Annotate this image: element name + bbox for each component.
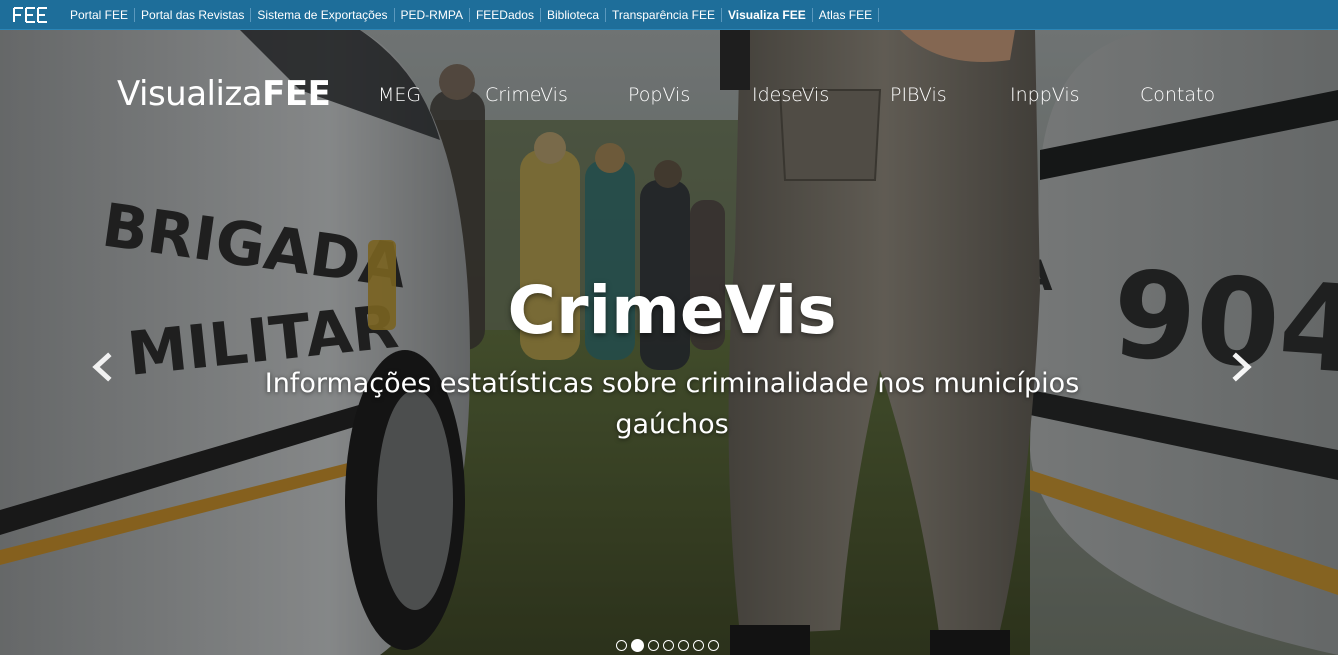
carousel-indicator-3[interactable] (648, 640, 659, 651)
topbar-link-ped-rmpa[interactable]: PED-RMPA (395, 7, 470, 22)
topbar-link-atlas-fee[interactable]: Atlas FEE (813, 7, 880, 22)
nav-item-crimevis[interactable]: CrimeVis (485, 84, 568, 106)
carousel-indicators (616, 639, 719, 652)
topbar-link-portal-revistas[interactable]: Portal das Revistas (135, 7, 252, 22)
nav-item-idesevis[interactable]: IdeseVis (752, 84, 829, 106)
topbar-link-portal-fee[interactable]: Portal FEE (68, 7, 136, 22)
nav-item-inppvis[interactable]: InppVis (1010, 84, 1080, 106)
topbar-link-feedados[interactable]: FEEDados (470, 7, 541, 22)
fee-logo-icon[interactable] (12, 6, 50, 24)
nav-item-popvis[interactable]: PopVis (628, 84, 690, 106)
carousel-indicator-5[interactable] (678, 640, 689, 651)
nav-item-contato[interactable]: Contato (1140, 84, 1215, 106)
carousel-caption: CrimeVis Informações estatísticas sobre … (200, 272, 1144, 445)
topbar-link-sistema-exportacoes[interactable]: Sistema de Exportações (251, 7, 395, 22)
carousel-indicator-1[interactable] (616, 640, 627, 651)
carousel-indicator-2[interactable] (631, 639, 644, 652)
chevron-left-icon[interactable] (88, 352, 116, 382)
carousel-indicator-7[interactable] (708, 640, 719, 651)
chevron-right-icon[interactable] (1228, 352, 1256, 382)
carousel-indicator-6[interactable] (693, 640, 704, 651)
nav-item-pibvis[interactable]: PIBVis (890, 84, 947, 106)
carousel-title[interactable]: CrimeVis (200, 272, 1144, 349)
topbar-link-biblioteca[interactable]: Biblioteca (541, 7, 607, 22)
nav-item-meg[interactable]: MEG (378, 84, 421, 106)
carousel-indicator-4[interactable] (663, 640, 674, 651)
topbar-link-transparencia[interactable]: Transparência FEE (606, 7, 722, 22)
carousel-description: Informações estatísticas sobre criminali… (264, 368, 1080, 440)
institutional-topbar: Portal FEE Portal das Revistas Sistema d… (0, 0, 1338, 30)
topbar-link-visualiza-fee[interactable]: Visualiza FEE (722, 7, 813, 22)
main-navigation: MEG CrimeVis PopVis IdeseVis PIBVis Inpp… (0, 84, 1338, 108)
